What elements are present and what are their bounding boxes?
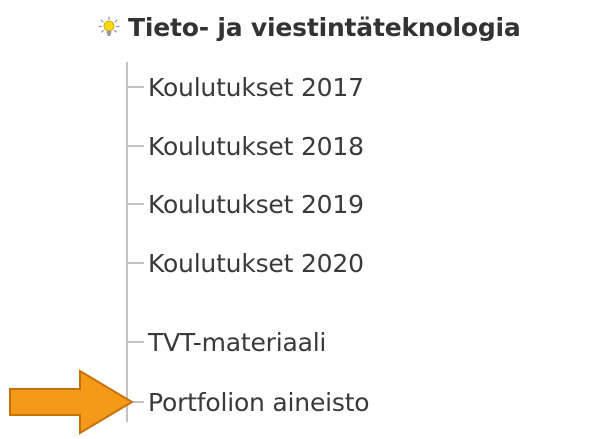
arrow-right-icon xyxy=(8,369,136,435)
lightbulb-icon xyxy=(98,16,120,38)
tree-connector xyxy=(126,203,144,205)
nav-item-tvt-materiaali[interactable]: TVT-materiaali xyxy=(126,322,326,362)
nav-item-koulutukset-2020[interactable]: Koulutukset 2020 xyxy=(126,243,364,283)
nav-item-label: Koulutukset 2017 xyxy=(148,72,364,102)
navigation-tree: Tieto- ja viestintäteknologia Koulutukse… xyxy=(0,0,598,436)
nav-item-label: Koulutukset 2019 xyxy=(148,189,364,219)
tree-connector xyxy=(126,145,144,147)
nav-item-portfolion-aineisto[interactable]: Portfolion aineisto xyxy=(126,382,370,422)
nav-item-koulutukset-2019[interactable]: Koulutukset 2019 xyxy=(126,184,364,224)
nav-item-koulutukset-2017[interactable]: Koulutukset 2017 xyxy=(126,67,364,107)
nav-item-label: Koulutukset 2020 xyxy=(148,248,364,278)
nav-item-label: TVT-materiaali xyxy=(148,327,327,357)
category-title: Tieto- ja viestintäteknologia xyxy=(128,12,521,42)
category-header[interactable]: Tieto- ja viestintäteknologia xyxy=(98,6,521,48)
tree-connector xyxy=(126,341,144,343)
tree-line xyxy=(126,62,128,422)
nav-item-koulutukset-2018[interactable]: Koulutukset 2018 xyxy=(126,126,364,166)
tree-connector xyxy=(126,86,144,88)
tree-connector xyxy=(126,262,144,264)
nav-item-label: Koulutukset 2018 xyxy=(148,131,364,161)
nav-item-label: Portfolion aineisto xyxy=(148,387,370,417)
